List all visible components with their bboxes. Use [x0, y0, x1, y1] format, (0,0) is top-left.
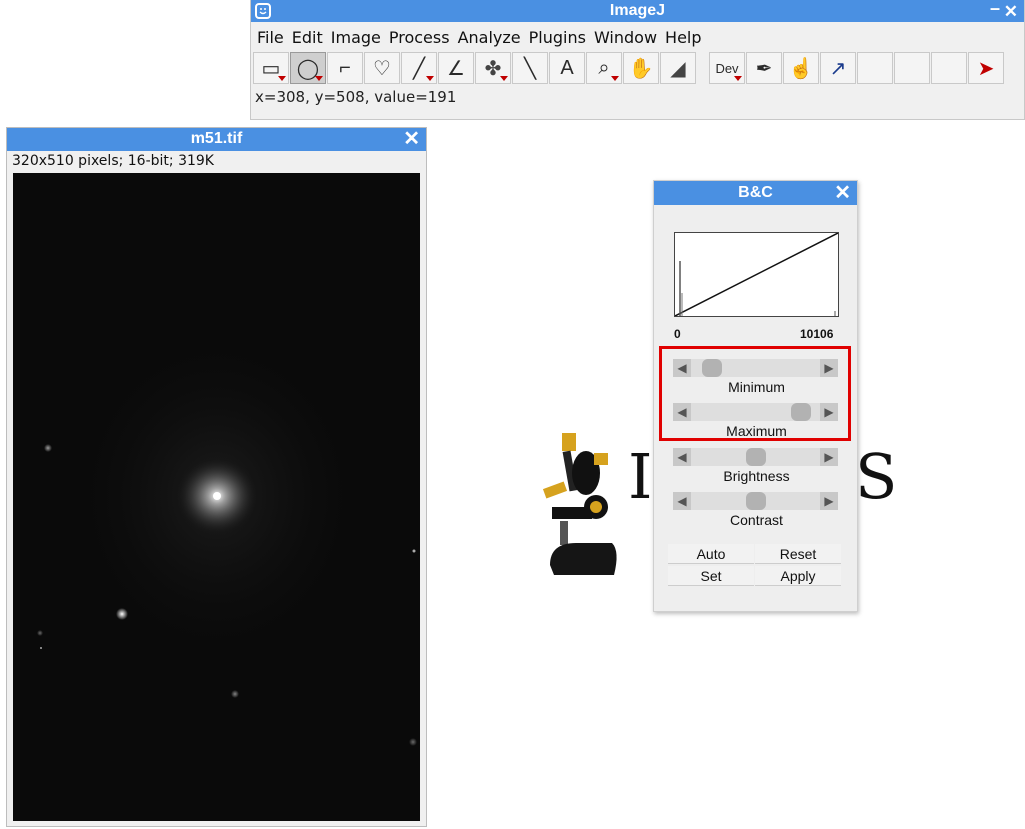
bc-title: B&C — [738, 184, 773, 201]
main-window-title: ImageJ — [609, 2, 666, 19]
wand-tool-button[interactable]: ╲ — [512, 52, 548, 84]
histogram — [674, 232, 839, 317]
status-bar: x=308, y=508, value=191 — [255, 88, 457, 106]
rectangle-tool-button[interactable]: ▭ — [253, 52, 289, 84]
menu-file[interactable]: File — [257, 28, 284, 47]
angle-tool-button[interactable]: ∠ — [438, 52, 474, 84]
imagej-main-window: ImageJ – ✕ File Edit Image Process Analy… — [250, 0, 1025, 120]
arrow-tool-button[interactable]: ↗ — [820, 52, 856, 84]
magnifier-tool-button[interactable]: ⌕ — [586, 52, 622, 84]
highlight-box — [659, 346, 851, 441]
menu-image[interactable]: Image — [331, 28, 381, 47]
image-info: 320x510 pixels; 16-bit; 319K — [12, 153, 214, 169]
dropdown-indicator-icon — [500, 76, 508, 81]
hand-tool-icon: ✋ — [628, 57, 654, 80]
image-titlebar[interactable]: m51.tif ✕ — [7, 128, 426, 151]
hand-tool-button[interactable]: ✋ — [623, 52, 659, 84]
menubar: File Edit Image Process Analyze Plugins … — [251, 22, 1024, 52]
menu-help[interactable]: Help — [665, 28, 701, 47]
bc-titlebar[interactable]: B&C ✕ — [654, 181, 857, 205]
wand-tool-icon: ╲ — [523, 57, 537, 80]
apply-button[interactable]: Apply — [755, 566, 841, 586]
histogram-min-label: 0 — [674, 327, 681, 341]
galaxy-image — [37, 326, 417, 746]
arrow-tool-icon: ↗ — [829, 57, 847, 80]
multipoint-tool-icon: ✤ — [484, 57, 502, 80]
dropdown-indicator-icon — [734, 76, 742, 81]
magnifier-tool-icon: ⌕ — [598, 56, 610, 79]
minimize-icon[interactable]: – — [990, 0, 1000, 19]
freehand-tool-button[interactable]: ♡ — [364, 52, 400, 84]
line-tool-button[interactable]: ╱ — [401, 52, 437, 84]
histogram-max-label: 10106 — [800, 327, 834, 341]
dropper-tool-icon: ◢ — [670, 57, 686, 80]
dropdown-indicator-icon — [611, 76, 619, 81]
dropdown-indicator-icon — [426, 76, 434, 81]
right-arrow-icon[interactable]: ▶ — [820, 492, 838, 510]
empty-slot-2-button[interactable] — [894, 52, 930, 84]
main-titlebar[interactable]: ImageJ – ✕ — [251, 0, 1024, 22]
left-arrow-icon[interactable]: ◀ — [673, 492, 691, 510]
microscope-icon — [542, 433, 617, 575]
imagej-app-icon — [255, 3, 271, 19]
brush-tool-icon: ✒ — [755, 57, 773, 80]
toolbar-gap — [697, 52, 709, 86]
menu-process[interactable]: Process — [389, 28, 450, 47]
reset-button[interactable]: Reset — [755, 544, 841, 564]
polygon-tool-button[interactable]: ⌐ — [327, 52, 363, 84]
line-tool-icon: ╱ — [412, 57, 426, 80]
dropdown-indicator-icon — [278, 76, 286, 81]
logo-text-start: I — [628, 440, 655, 513]
set-button[interactable]: Set — [668, 566, 754, 586]
logo-text-end: S — [855, 440, 898, 513]
toolbar: ▭ ◯ ⌐ ♡ ╱ ∠ ✤ ╲ A ⌕ ✋ ◢ Dev ✒ ☝ ↗ ➤ — [251, 52, 1024, 86]
left-arrow-icon[interactable]: ◀ — [673, 448, 691, 466]
close-icon[interactable]: ✕ — [1004, 1, 1018, 23]
image-window-title: m51.tif — [190, 130, 243, 147]
multipoint-tool-button[interactable]: ✤ — [475, 52, 511, 84]
menu-plugins[interactable]: Plugins — [529, 28, 586, 47]
brightness-label: Brightness — [723, 468, 790, 484]
auto-button[interactable]: Auto — [668, 544, 754, 564]
brightness-slider[interactable]: ◀ ▶ — [673, 448, 838, 466]
dropper-tool-button[interactable]: ◢ — [660, 52, 696, 84]
right-arrow-icon[interactable]: ▶ — [820, 448, 838, 466]
dev-menu-button[interactable]: Dev — [709, 52, 745, 84]
flood-fill-tool-icon: ☝ — [788, 57, 814, 80]
contrast-slider[interactable]: ◀ ▶ — [673, 492, 838, 510]
menu-edit[interactable]: Edit — [292, 28, 323, 47]
brush-tool-button[interactable]: ✒ — [746, 52, 782, 84]
more-tools-button[interactable]: ➤ — [968, 52, 1004, 84]
contrast-label: Contrast — [730, 512, 783, 528]
text-tool-button[interactable]: A — [549, 52, 585, 84]
dropdown-indicator-icon — [315, 76, 323, 81]
close-icon[interactable]: ✕ — [834, 182, 851, 205]
image-window: m51.tif ✕ 320x510 pixels; 16-bit; 319K — [6, 127, 427, 827]
polygon-tool-icon: ⌐ — [339, 56, 351, 79]
text-tool-icon: A — [560, 56, 574, 79]
close-icon[interactable]: ✕ — [403, 128, 420, 150]
menu-analyze[interactable]: Analyze — [458, 28, 521, 47]
brightness-slider-knob[interactable] — [745, 448, 766, 466]
empty-slot-1-button[interactable] — [857, 52, 893, 84]
image-canvas[interactable] — [13, 173, 420, 821]
more-tools-icon: ➤ — [977, 57, 995, 80]
histogram-plot — [674, 232, 839, 317]
flood-fill-tool-button[interactable]: ☝ — [783, 52, 819, 84]
menu-window[interactable]: Window — [594, 28, 657, 47]
angle-tool-icon: ∠ — [447, 57, 465, 80]
freehand-tool-icon: ♡ — [373, 57, 391, 80]
dev-menu-icon: Dev — [715, 60, 739, 76]
empty-slot-3-button[interactable] — [931, 52, 967, 84]
oval-tool-button[interactable]: ◯ — [290, 52, 326, 84]
contrast-slider-knob[interactable] — [745, 492, 766, 510]
